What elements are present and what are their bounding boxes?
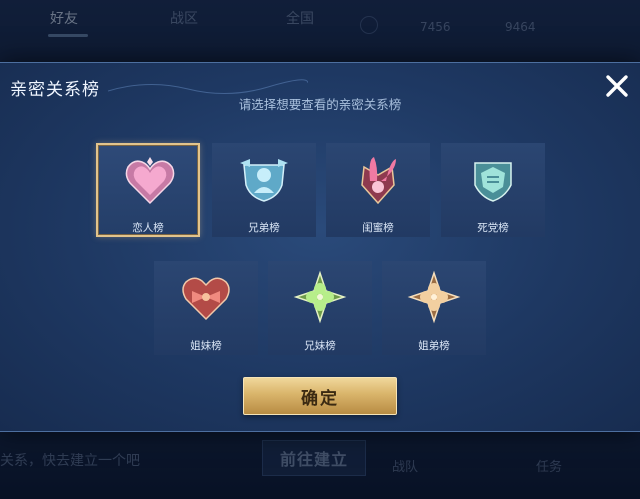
clover-emblem-icon <box>293 270 347 324</box>
card-bestfriend-ranking[interactable]: 死党榜 <box>441 143 545 237</box>
heart-emblem-icon <box>125 157 175 205</box>
card-bestie-ranking[interactable]: 闺蜜榜 <box>326 143 430 237</box>
card-elder-sister-brother-ranking[interactable]: 姐弟榜 <box>382 261 486 355</box>
card-brother-sister-ranking[interactable]: 兄妹榜 <box>268 261 372 355</box>
card-sisters-ranking[interactable]: 姐妹榜 <box>154 261 258 355</box>
flower-emblem-icon <box>407 270 461 324</box>
brothers-emblem-icon <box>240 159 288 202</box>
card-label: 死党榜 <box>477 222 509 234</box>
confirm-button[interactable]: 确定 <box>243 377 397 415</box>
card-lovers-ranking[interactable]: 恋人榜 <box>96 143 200 237</box>
dialog-subtitle: 请选择想要查看的亲密关系榜 <box>238 97 402 112</box>
card-label: 兄弟榜 <box>248 222 280 234</box>
bunny-emblem-icon <box>361 157 396 205</box>
bow-emblem-icon <box>182 277 230 321</box>
card-label: 兄妹榜 <box>304 340 336 352</box>
card-label: 闺蜜榜 <box>362 222 394 234</box>
card-brothers-ranking[interactable]: 兄弟榜 <box>212 143 316 237</box>
card-label: 恋人榜 <box>132 222 164 234</box>
card-label: 姐妹榜 <box>190 340 222 352</box>
card-label: 姐弟榜 <box>418 340 450 352</box>
intimacy-ranking-dialog: 亲密关系榜 请选择想要查看的亲密关系榜 恋人榜 兄弟榜 闺蜜榜 死党榜 姐妹榜 … <box>0 62 640 432</box>
fist-emblem-icon <box>474 162 512 202</box>
